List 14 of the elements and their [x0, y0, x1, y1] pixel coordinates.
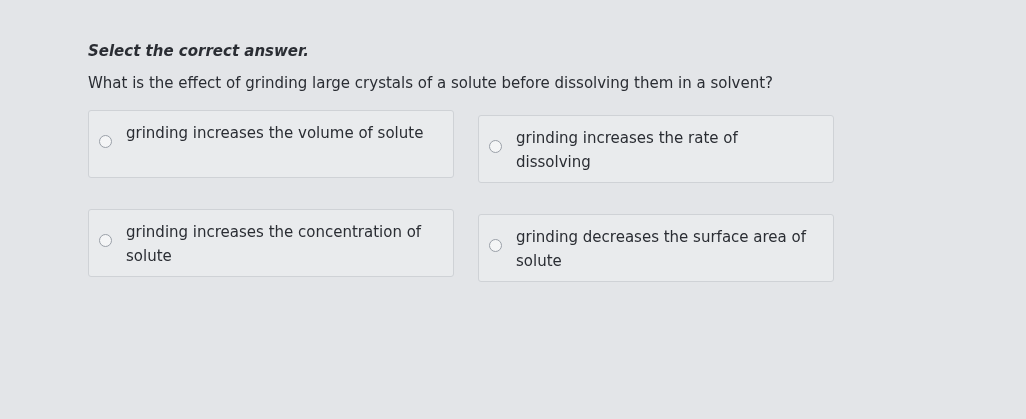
- option-text: grinding increases the volume of solute: [126, 123, 424, 144]
- radio-button[interactable]: [99, 135, 112, 148]
- option-text: grinding increases the concentration of solute: [126, 222, 423, 267]
- option-text: grinding increases the rate of dissolving: [516, 128, 739, 173]
- radio-button[interactable]: [489, 140, 502, 153]
- answer-option[interactable]: grinding decreases the surface area of solute: [478, 214, 834, 282]
- answer-option[interactable]: grinding increases the concentration of solute: [88, 209, 454, 277]
- answer-option[interactable]: grinding increases the rate of dissolving: [478, 115, 834, 183]
- radio-button[interactable]: [489, 239, 502, 252]
- instruction-text: Select the correct answer.: [88, 42, 310, 60]
- radio-button[interactable]: [99, 234, 112, 247]
- option-text: grinding decreases the surface area of solute: [516, 227, 808, 272]
- answer-option[interactable]: grinding increases the volume of solute: [88, 110, 454, 178]
- question-text: What is the effect of grinding large crystals of a solute before dissolving them in a solvent?: [88, 74, 775, 92]
